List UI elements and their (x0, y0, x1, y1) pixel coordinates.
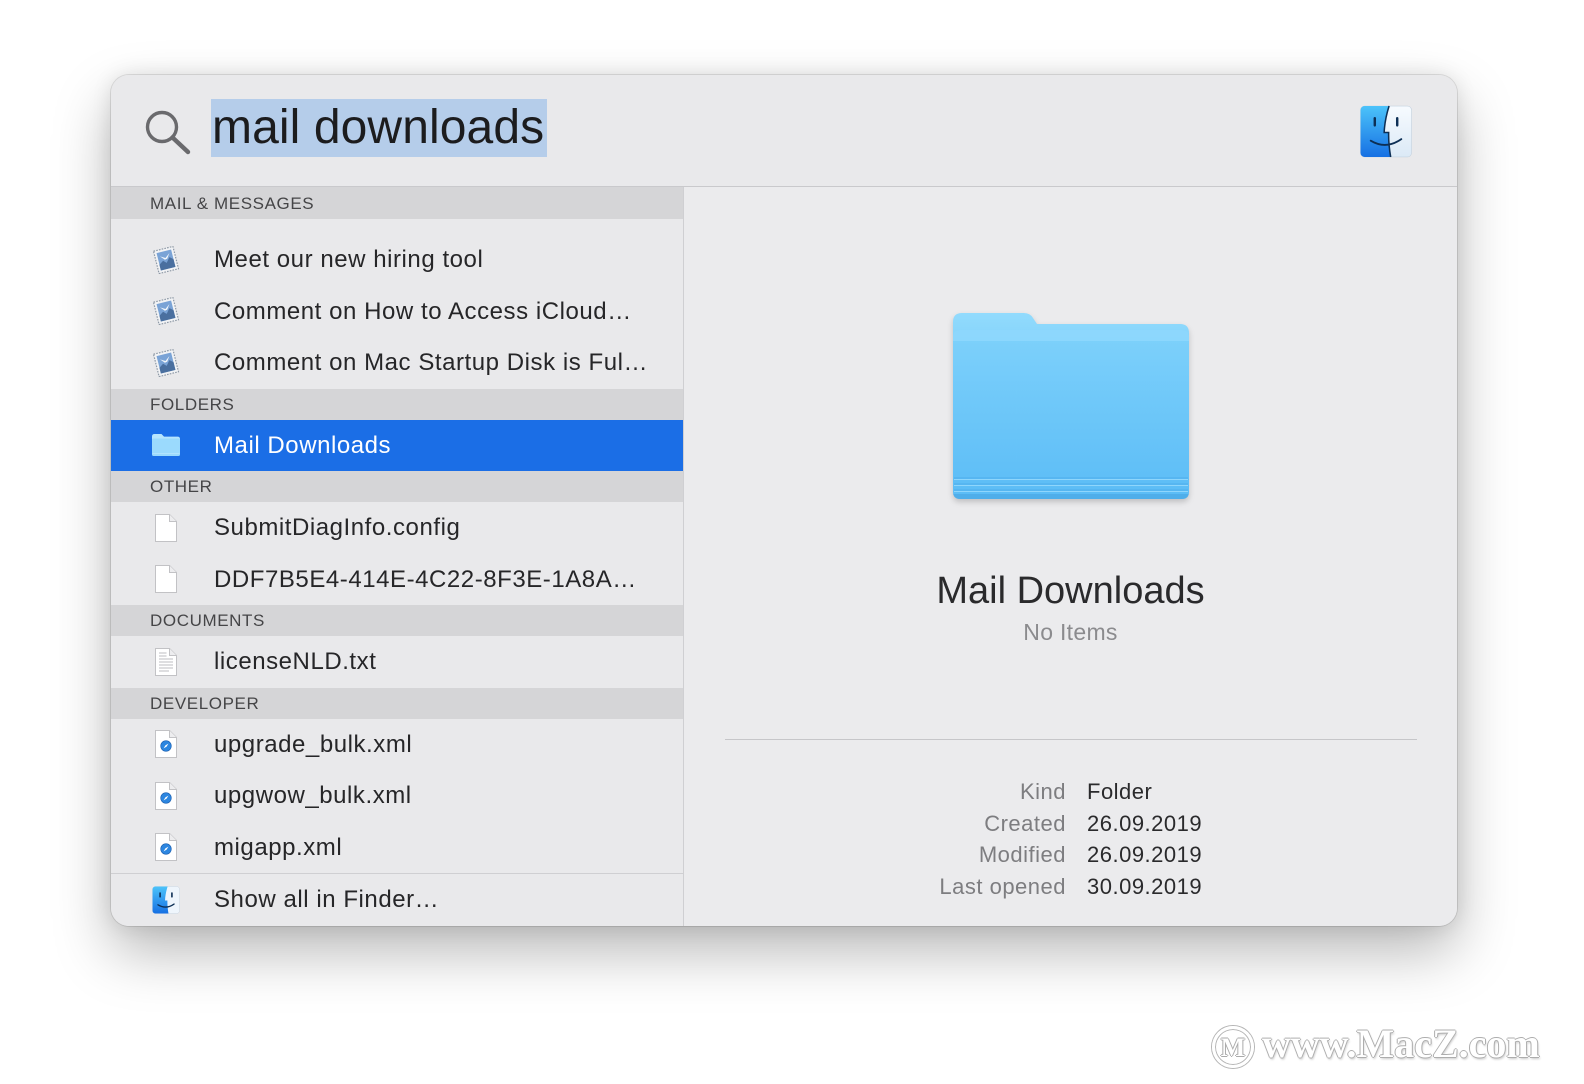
result-row[interactable]: SubmitDiagInfo.config (111, 502, 683, 554)
folder-icon (952, 312, 1192, 504)
magnifying-glass-icon (144, 109, 192, 155)
metadata-value: 26.09.2019 (1087, 842, 1203, 868)
metadata-label: Last opened (939, 874, 1066, 900)
blank-document-icon (151, 513, 181, 543)
finder-icon[interactable] (1359, 105, 1413, 158)
search-bar: mail downloads (111, 75, 1457, 187)
result-label: migapp.xml (214, 833, 343, 861)
result-row[interactable]: DDF7B5E4-414E-4C22-8F3E-1A8A… (111, 554, 683, 606)
metadata-label: Modified (978, 842, 1066, 868)
preview-divider (725, 739, 1417, 740)
preview-subtitle: No Items (1023, 619, 1118, 645)
show-all-label: Show all in Finder… (214, 886, 440, 913)
result-label: Comment on Mac Startup Disk is Ful… (214, 349, 649, 376)
result-row[interactable]: upgwow_bulk.xml (111, 770, 683, 822)
preview-panel: Mail Downloads No Items Kind Folder Crea… (684, 187, 1457, 926)
results-list[interactable]: MAIL & MESSAGES Meet our new hiring tool (111, 187, 684, 926)
section-header-developer: DEVELOPER (111, 687, 683, 719)
result-label: Meet our new hiring tool (214, 246, 484, 273)
result-label: Mail Downloads (214, 431, 392, 459)
mail-message-icon (151, 296, 181, 326)
metadata-value: 26.09.2019 (1087, 810, 1203, 836)
xml-document-icon (151, 781, 181, 811)
preview-title: Mail Downloads (936, 570, 1205, 612)
result-row[interactable]: Comment on How to Access iCloud… (111, 286, 683, 338)
result-label: DDF7B5E4-414E-4C22-8F3E-1A8A… (214, 565, 637, 593)
metadata-row-last-opened: Last opened 30.09.2019 (684, 871, 1457, 903)
mail-message-icon (151, 348, 181, 378)
metadata-row-modified: Modified 26.09.2019 (684, 839, 1457, 871)
metadata-value: 30.09.2019 (1087, 874, 1203, 900)
section-header-mail-messages: MAIL & MESSAGES (111, 187, 683, 219)
scrolled-row-remnant (111, 219, 683, 234)
finder-icon (151, 885, 181, 915)
search-query-text: mail downloads (211, 99, 548, 157)
section-header-other: OTHER (111, 471, 683, 502)
mail-message-icon (151, 245, 181, 275)
metadata-row-kind: Kind Folder (684, 776, 1457, 808)
result-row[interactable]: licenseNLD.txt (111, 636, 683, 688)
result-label: licenseNLD.txt (214, 648, 377, 675)
result-row-selected[interactable]: Mail Downloads (111, 419, 683, 471)
text-document-icon (151, 647, 181, 677)
watermark-logo: M (1212, 1026, 1254, 1068)
spotlight-window: mail downloads MAIL & MESSAGES Meet our … (111, 75, 1457, 926)
result-row[interactable]: upgrade_bulk.xml (111, 719, 683, 771)
search-input[interactable]: mail downloads (211, 99, 1331, 157)
result-label: Comment on How to Access iCloud… (214, 297, 632, 325)
watermark-text: www.MacZ.com (1262, 1021, 1540, 1066)
metadata-label: Kind (1019, 779, 1066, 804)
metadata-value: Folder (1087, 779, 1153, 804)
xml-document-icon (151, 832, 181, 862)
section-header-documents: DOCUMENTS (111, 605, 683, 636)
xml-document-icon (151, 729, 181, 759)
results-content: MAIL & MESSAGES Meet our new hiring tool (111, 187, 1457, 926)
result-label: SubmitDiagInfo.config (214, 514, 461, 541)
result-row[interactable]: Comment on Mac Startup Disk is Ful… (111, 337, 683, 389)
metadata-list: Kind Folder Created 26.09.2019 Modified … (684, 776, 1457, 903)
section-header-folders: FOLDERS (111, 388, 683, 420)
blank-document-icon (151, 564, 181, 594)
metadata-row-created: Created 26.09.2019 (684, 808, 1457, 840)
watermark: M www.MacZ.com (1212, 1020, 1557, 1072)
result-row[interactable]: Meet our new hiring tool (111, 234, 683, 286)
show-all-in-finder-button[interactable]: Show all in Finder… (111, 874, 683, 926)
result-label: upgrade_bulk.xml (214, 730, 413, 758)
result-row[interactable]: migapp.xml (111, 822, 683, 874)
folder-icon (151, 430, 181, 460)
metadata-label: Created (984, 810, 1066, 836)
result-label: upgwow_bulk.xml (214, 782, 412, 809)
